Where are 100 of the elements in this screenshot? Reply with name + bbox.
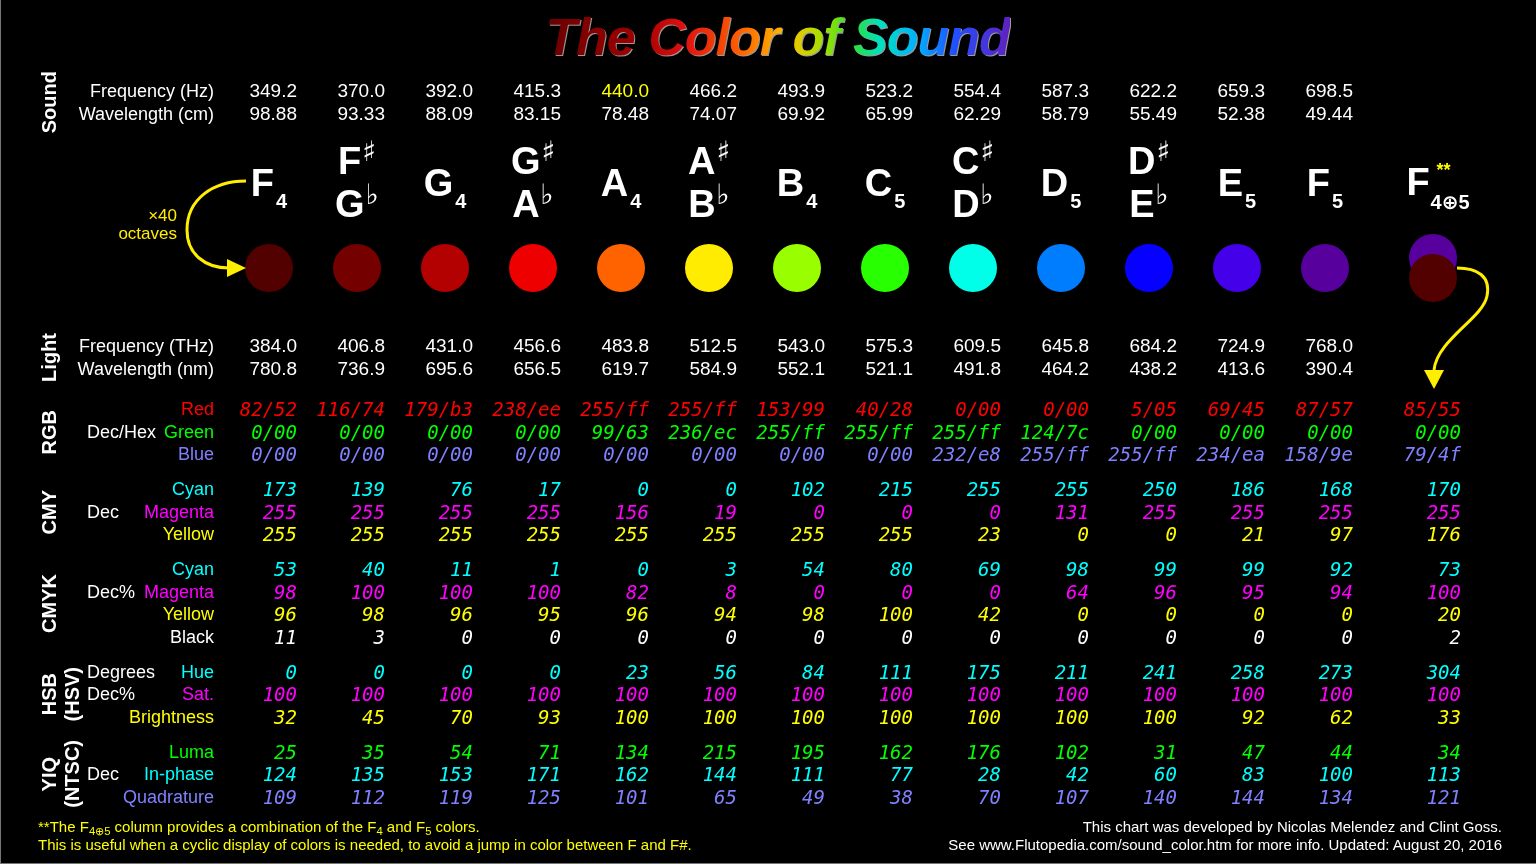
table-cell: 69/45 <box>1207 398 1265 421</box>
section-label: HSB <box>39 673 59 716</box>
table-cell: 255 <box>1230 500 1265 523</box>
table-cell: 62 <box>1330 705 1353 728</box>
table-cell: 100 <box>350 683 385 706</box>
table-cell: 74.07 <box>689 102 737 125</box>
table-cell: 413.6 <box>1217 357 1265 380</box>
table-cell: 215 <box>878 478 913 501</box>
table-cell: 170 <box>1426 478 1461 501</box>
table-cell: 0/00 <box>1043 398 1089 421</box>
table-cell: 140 <box>1142 785 1177 808</box>
table-cell: 173 <box>262 478 297 501</box>
table-cell: 431.0 <box>425 335 473 358</box>
table-cell: 255 <box>790 523 825 546</box>
table-cell: 0 <box>989 625 1001 648</box>
section-label: YIQ <box>39 757 59 792</box>
note-name: D$^{♯}$ <box>1128 140 1170 183</box>
row-label: Black <box>170 625 214 648</box>
table-cell: 97 <box>1330 523 1353 546</box>
table-cell: 17 <box>538 478 561 501</box>
table-cell: 491.8 <box>953 357 1001 380</box>
table-cell: 109 <box>262 785 297 808</box>
row-label: Cyan <box>171 558 214 581</box>
table-cell: 0/00 <box>515 420 561 443</box>
table-cell: 92 <box>1242 705 1265 728</box>
table-cell: 11 <box>450 558 473 581</box>
table-cell: 523.2 <box>865 80 913 103</box>
table-cell: 31 <box>1154 740 1177 763</box>
table-cell: 0 <box>1165 523 1177 546</box>
table-cell: 521.1 <box>865 357 913 380</box>
table-cell: 255/ff <box>668 398 737 421</box>
table-cell: 575.3 <box>865 335 913 358</box>
table-cell: 100 <box>614 683 649 706</box>
table-cell: 464.2 <box>1041 357 1089 380</box>
table-cell: 255/ff <box>844 420 913 443</box>
table-cell: 113 <box>1426 763 1461 786</box>
table-cell: 698.5 <box>1305 80 1353 103</box>
table-cell: 98 <box>274 580 297 603</box>
table-cell: 0 <box>1165 603 1177 626</box>
table-cell: 2 <box>1449 625 1461 648</box>
table-cell: 70 <box>978 785 1001 808</box>
table-cell: 100 <box>1426 580 1461 603</box>
table-cell: 440.0 <box>601 80 649 103</box>
table-cell: 124/7c <box>1020 420 1089 443</box>
table-cell: 0/00 <box>1219 420 1265 443</box>
note-name: D$_{5}$ <box>1040 160 1082 213</box>
table-cell: 236/ec <box>668 420 737 443</box>
table-cell: 3 <box>725 558 737 581</box>
table-cell: 134 <box>614 740 649 763</box>
table-cell: 645.8 <box>1041 335 1089 358</box>
note-name: A$_{4}$ <box>600 160 642 213</box>
table-cell: 56 <box>714 660 737 683</box>
table-cell: 587.3 <box>1041 80 1089 103</box>
table-cell: 438.2 <box>1129 357 1177 380</box>
row-label: Hue <box>180 660 214 683</box>
row-label: Frequency (Hz) <box>89 80 214 103</box>
table-cell: 0/00 <box>251 443 297 466</box>
table-cell: 0 <box>725 478 737 501</box>
table-cell: 390.4 <box>1305 357 1353 380</box>
table-cell: 100 <box>966 683 1001 706</box>
table-cell: 768.0 <box>1305 335 1353 358</box>
row-label: Blue <box>177 443 214 466</box>
note-name: A$^{♯}$ <box>688 140 730 183</box>
table-cell: 554.4 <box>953 80 1001 103</box>
table-cell: 0 <box>1253 625 1265 648</box>
note-name: E$_{5}$ <box>1217 160 1257 213</box>
table-cell: 111 <box>878 660 913 683</box>
table-cell: 0 <box>1341 603 1353 626</box>
table-cell: 255 <box>262 500 297 523</box>
table-cell: 158/9e <box>1284 443 1353 466</box>
table-cell: 144 <box>702 763 737 786</box>
table-cell: 100 <box>438 683 473 706</box>
table-cell: 176 <box>966 740 1001 763</box>
section-label: (HSV) <box>62 667 82 722</box>
table-cell: 0/00 <box>867 443 913 466</box>
table-cell: 98.88 <box>249 102 297 125</box>
table-cell: 100 <box>878 683 913 706</box>
table-cell: 0/00 <box>603 443 649 466</box>
note-name: E$^{♭}$ <box>1129 183 1169 226</box>
table-cell: 49 <box>802 785 825 808</box>
table-cell: 512.5 <box>689 335 737 358</box>
unit-label: Dec% <box>87 683 135 706</box>
note-name: A$^{♭}$ <box>512 183 554 226</box>
table-cell: 69 <box>978 558 1001 581</box>
table-cell: 176 <box>1426 523 1461 546</box>
table-cell: 0 <box>1077 523 1089 546</box>
table-cell: 84 <box>802 660 825 683</box>
table-cell: 116/74 <box>316 398 385 421</box>
table-cell: 370.0 <box>337 80 385 103</box>
row-label: Sat. <box>181 683 214 706</box>
footnote-text: This is useful when a cyclic display of colors is needed, to avoid a jump in color between F and F#. <box>38 836 692 854</box>
table-cell: 162 <box>614 763 649 786</box>
table-cell: 119 <box>438 785 473 808</box>
table-cell: 70 <box>450 705 473 728</box>
table-cell: 102 <box>1054 740 1089 763</box>
section-label: CMYK <box>39 573 59 633</box>
table-cell: 44 <box>1330 740 1353 763</box>
table-cell: 0/00 <box>339 420 385 443</box>
table-cell: 215 <box>702 740 737 763</box>
table-cell: 211 <box>1054 660 1089 683</box>
